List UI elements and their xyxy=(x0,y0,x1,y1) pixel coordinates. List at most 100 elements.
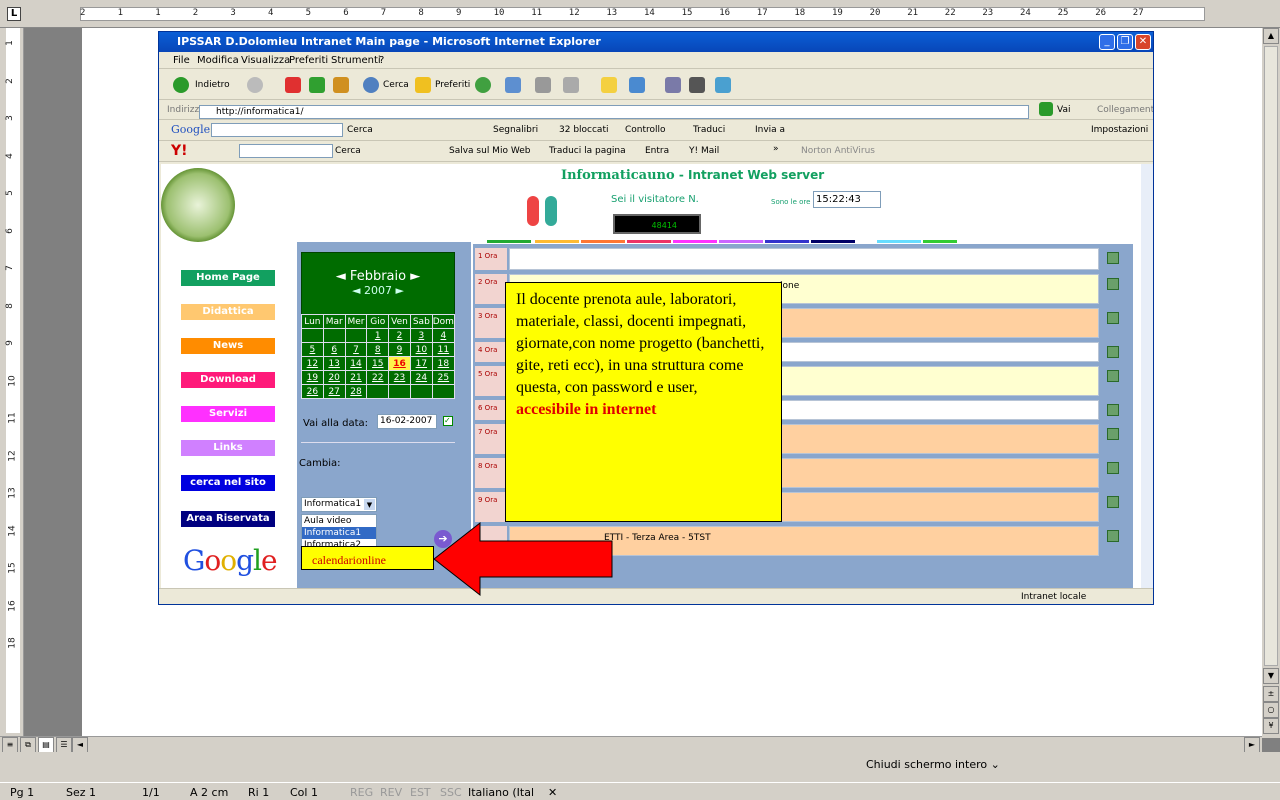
calendar-day[interactable]: 11 xyxy=(431,342,456,357)
yahoo-enter-button[interactable]: Entra xyxy=(645,146,669,156)
calendar-day[interactable]: 1 xyxy=(366,328,390,343)
popup-blocked-button[interactable]: 32 bloccati xyxy=(559,125,608,135)
edit-booking-icon[interactable] xyxy=(1107,252,1119,264)
google-toolbar-logo[interactable]: Google xyxy=(171,123,210,136)
calendar-day[interactable]: 2 xyxy=(388,328,411,343)
calendar-day[interactable]: 13 xyxy=(322,356,346,371)
status-rev[interactable]: REV xyxy=(380,786,402,799)
favorites-icon[interactable] xyxy=(415,77,431,93)
menu-favorites[interactable]: Preferiti xyxy=(289,55,328,66)
scroll-left-button[interactable]: ◄ xyxy=(72,737,88,753)
edit-booking-icon[interactable] xyxy=(1107,278,1119,290)
edit-booking-icon[interactable] xyxy=(1107,462,1119,474)
chevron-down-icon[interactable]: ▼ xyxy=(364,499,375,510)
calendar-day[interactable]: 28 xyxy=(344,384,368,399)
edit-booking-icon[interactable] xyxy=(1107,428,1119,440)
scroll-down-button[interactable]: ▼ xyxy=(1263,668,1279,684)
web-view-button[interactable]: ⧉ xyxy=(20,737,36,753)
research-icon[interactable] xyxy=(665,77,681,93)
minimize-icon[interactable]: _ xyxy=(1099,34,1115,50)
stop-icon[interactable] xyxy=(285,77,301,93)
mail-icon[interactable] xyxy=(505,77,521,93)
menu-tools[interactable]: Strumenti xyxy=(331,55,381,66)
nav-servizi[interactable]: Servizi xyxy=(181,406,275,422)
status-language[interactable]: Italiano (Ital xyxy=(468,786,534,799)
google-search-input[interactable] xyxy=(211,123,343,137)
back-icon[interactable] xyxy=(173,77,189,93)
favorites-label[interactable]: Preferiti xyxy=(435,80,470,90)
nav-home-page[interactable]: Home Page xyxy=(181,270,275,286)
save-web-button[interactable]: Salva sul Mio Web xyxy=(449,146,530,156)
search-icon[interactable] xyxy=(363,77,379,93)
yahoo-mail-button[interactable]: Y! Mail xyxy=(689,146,719,156)
calendar-day[interactable]: 5 xyxy=(301,342,324,357)
vertical-scrollbar[interactable]: ▲ ▼ ± ○ ¥ xyxy=(1262,28,1280,738)
settings-button[interactable]: Impostazioni xyxy=(1091,125,1148,135)
translate-page-button[interactable]: Traduci la pagina xyxy=(549,146,626,156)
calendar-day[interactable]: 14 xyxy=(344,356,368,371)
home-icon[interactable] xyxy=(333,77,349,93)
calendar-day[interactable]: 17 xyxy=(409,356,433,371)
nav-links[interactable]: Links xyxy=(181,440,275,456)
forward-icon[interactable] xyxy=(247,77,263,93)
close-fullscreen-button[interactable]: Chiudi schermo intero ⌄ xyxy=(866,758,1000,771)
edit-booking-icon[interactable] xyxy=(1107,404,1119,416)
close-icon[interactable]: ✕ xyxy=(1135,34,1151,50)
go-icon[interactable] xyxy=(1039,102,1053,116)
calendar-month[interactable]: ◄ Febbraio ► xyxy=(302,269,454,284)
print-icon[interactable] xyxy=(535,77,551,93)
normal-view-button[interactable]: ≡ xyxy=(2,737,18,753)
room-option-selected[interactable]: Informatica1 xyxy=(302,527,376,539)
calendar-day[interactable]: 10 xyxy=(409,342,433,357)
print-layout-button[interactable]: ▤ xyxy=(38,737,54,753)
next-page-button[interactable]: ¥ xyxy=(1263,718,1279,734)
yahoo-logo[interactable]: Y! xyxy=(171,143,188,159)
edit-booking-icon[interactable] xyxy=(1107,530,1119,542)
folder-icon[interactable] xyxy=(601,77,617,93)
room-select[interactable]: Informatica1 ▼ xyxy=(301,497,377,512)
edit-booking-icon[interactable] xyxy=(1107,312,1119,324)
links-label[interactable]: Collegamenti xyxy=(1097,105,1153,115)
scroll-right-button[interactable]: ► xyxy=(1244,737,1260,753)
go-label[interactable]: Vai xyxy=(1057,105,1070,115)
tool-icon[interactable] xyxy=(689,77,705,93)
edit-booking-icon[interactable] xyxy=(1107,346,1119,358)
calendar-day[interactable]: 25 xyxy=(431,370,456,385)
bookmarks-button[interactable]: Segnalibri xyxy=(493,125,538,135)
menu-help[interactable]: ? xyxy=(379,55,384,66)
nav-download[interactable]: Download xyxy=(181,372,275,388)
address-input[interactable]: http://informatica1/ xyxy=(199,105,1029,119)
calendar-day[interactable]: 9 xyxy=(388,342,411,357)
edit-booking-icon[interactable] xyxy=(1107,496,1119,508)
prev-page-button[interactable]: ± xyxy=(1263,686,1279,702)
history-icon[interactable] xyxy=(475,77,491,93)
refresh-icon[interactable] xyxy=(309,77,325,93)
dropdown-icon[interactable]: ⌄ xyxy=(991,758,1000,771)
scroll-up-button[interactable]: ▲ xyxy=(1263,28,1279,44)
google-search-button[interactable]: Cerca xyxy=(347,125,373,135)
booking-cell[interactable] xyxy=(509,248,1099,270)
translate-button[interactable]: Traduci xyxy=(693,125,725,135)
messenger-people-icon[interactable] xyxy=(715,77,731,93)
room-option[interactable]: Aula video xyxy=(302,515,376,527)
status-est[interactable]: EST xyxy=(410,786,431,799)
nav-cerca-nel-sito[interactable]: cerca nel sito xyxy=(181,475,275,491)
calendar-day[interactable]: 12 xyxy=(301,356,324,371)
send-to-button[interactable]: Invia a xyxy=(755,125,785,135)
outline-view-button[interactable]: ☰ xyxy=(56,737,72,753)
ie-vertical-scrollbar[interactable] xyxy=(1141,164,1153,589)
menu-edit[interactable]: Modifica xyxy=(197,55,239,66)
status-ssc[interactable]: SSC xyxy=(440,786,462,799)
horizontal-ruler[interactable]: 2 1 1 2 3 4 5 6 7 8 9 10 11 12 13 14 15 16 17 18 19 20 21 22 23 2… xyxy=(0,0,1280,28)
browse-object-button[interactable]: ○ xyxy=(1263,702,1279,718)
calendar-day[interactable]: 22 xyxy=(366,370,390,385)
google-logo[interactable]: Google xyxy=(183,544,278,577)
calendar-day[interactable]: 19 xyxy=(301,370,324,385)
calendar-day[interactable]: 20 xyxy=(322,370,346,385)
status-reg[interactable]: REG xyxy=(350,786,373,799)
scroll-thumb[interactable] xyxy=(1264,46,1278,666)
calendar-day[interactable]: 23 xyxy=(388,370,411,385)
calendar-day[interactable]: 24 xyxy=(409,370,433,385)
back-label[interactable]: Indietro xyxy=(195,80,230,90)
spelling-icon[interactable]: ✕ xyxy=(548,786,557,799)
